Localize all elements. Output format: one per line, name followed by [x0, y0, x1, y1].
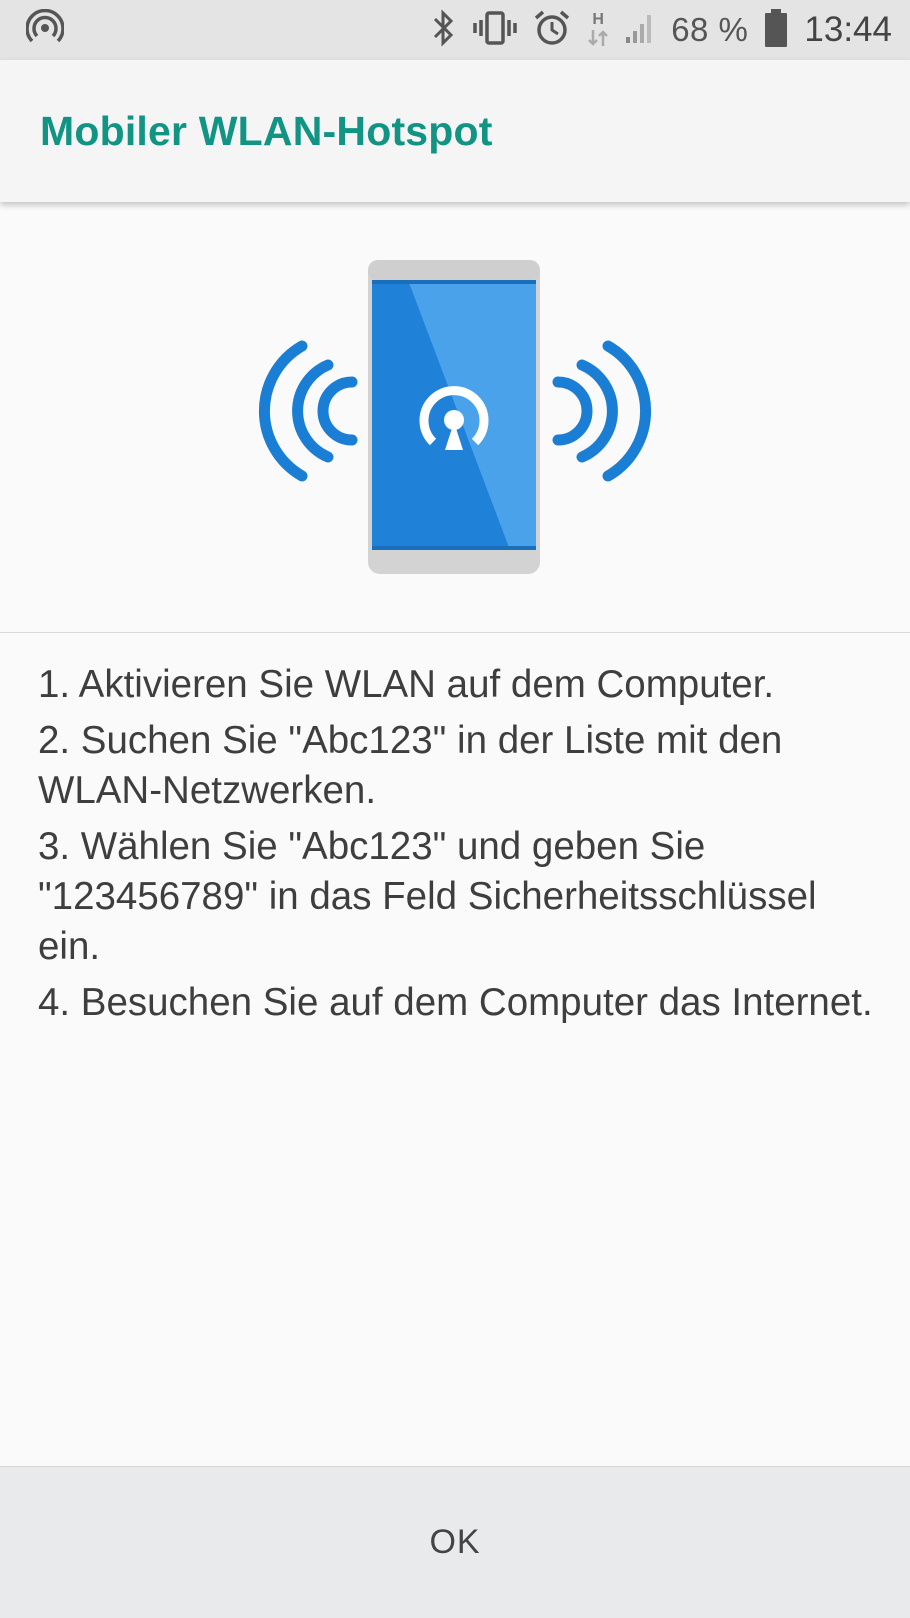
- screen: H 68 % 13:44 Mobiler WLAN-Hotspot 1. Akt…: [0, 0, 910, 1618]
- clock: 13:44: [804, 10, 892, 49]
- status-bar: H 68 % 13:44: [0, 0, 910, 60]
- page-title: Mobiler WLAN-Hotspot: [40, 107, 493, 154]
- phone-hotspot-icon: [258, 260, 652, 574]
- vibrate-icon: [473, 9, 517, 52]
- button-bar: OK: [0, 1466, 910, 1618]
- app-bar: Mobiler WLAN-Hotspot: [0, 60, 910, 202]
- hotspot-icon: [25, 8, 65, 52]
- instruction-step-3: 3. Wählen Sie "Abc123" und geben Sie "12…: [38, 825, 817, 968]
- instruction-step-1: 1. Aktivieren Sie WLAN auf dem Computer.: [38, 663, 775, 706]
- battery-icon: [764, 8, 788, 53]
- alarm-icon: [533, 9, 571, 52]
- instruction-step-4: 4. Besuchen Sie auf dem Computer das Int…: [38, 981, 873, 1024]
- ok-button[interactable]: OK: [369, 1503, 540, 1582]
- bluetooth-icon: [431, 8, 457, 52]
- instructions-list: 1. Aktivieren Sie WLAN auf dem Computer.…: [38, 660, 888, 1034]
- battery-percent: 68 %: [671, 11, 749, 48]
- hotspot-illustration: [0, 250, 910, 580]
- instruction-step-2: 2. Suchen Sie "Abc123" in der Liste mit …: [38, 719, 783, 812]
- signal-icon: [625, 11, 655, 50]
- divider: [0, 632, 910, 633]
- network-type-label: H: [592, 11, 604, 28]
- network-h-icon: H: [587, 12, 609, 48]
